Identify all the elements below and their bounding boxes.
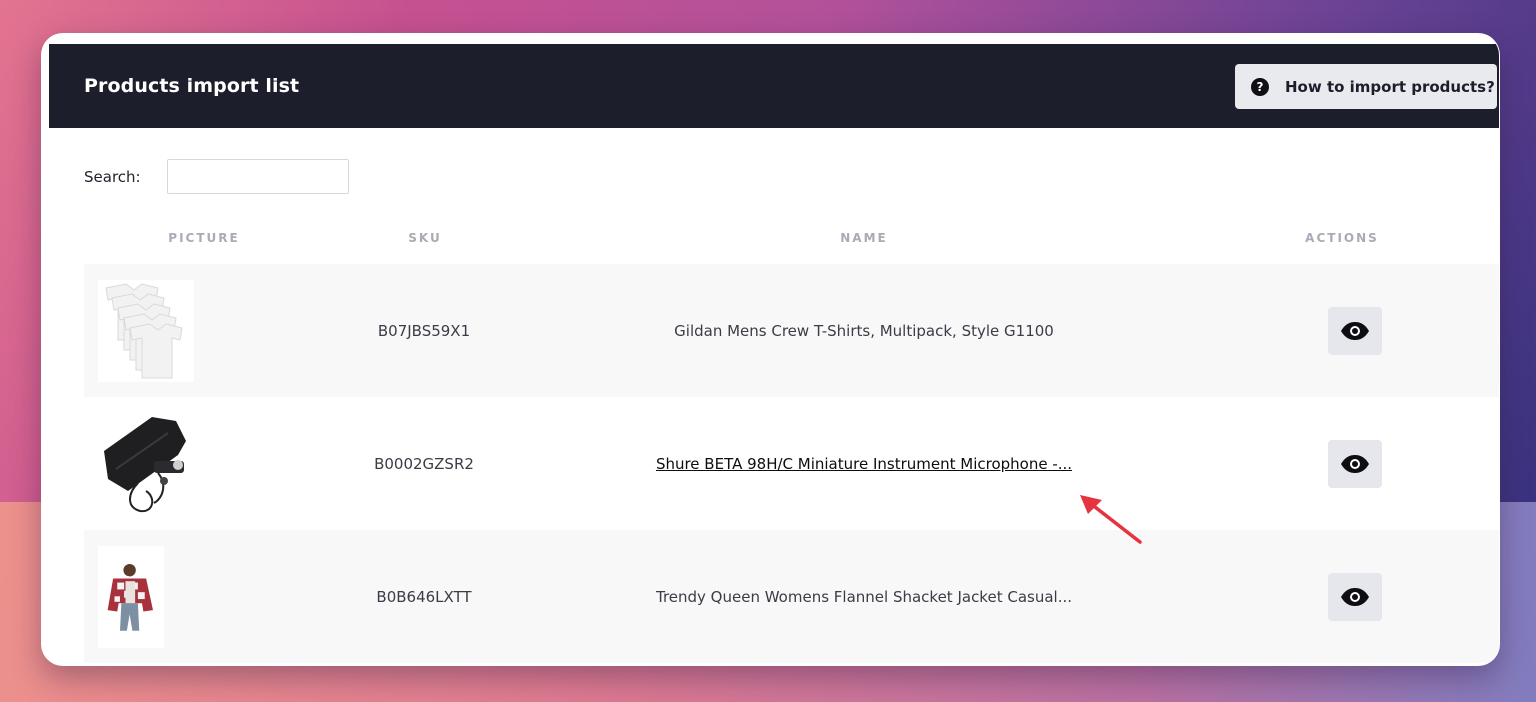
table-row: B0002GZSR2 Shure BETA 98H/C Miniature In… <box>84 397 1499 530</box>
view-product-button[interactable] <box>1328 306 1382 355</box>
product-name-cell: Shure BETA 98H/C Miniature Instrument Mi… <box>584 397 1144 530</box>
how-to-import-button[interactable]: ? How to import products? <box>1235 64 1497 109</box>
product-picture-cell <box>98 397 198 530</box>
how-to-import-label: How to import products? <box>1285 77 1495 96</box>
product-name[interactable]: Trendy Queen Womens Flannel Shacket Jack… <box>656 588 1072 606</box>
search-input[interactable] <box>167 159 349 194</box>
product-name-cell: Trendy Queen Womens Flannel Shacket Jack… <box>584 530 1144 663</box>
microphone-thumbnail <box>98 412 194 515</box>
view-product-button[interactable] <box>1328 572 1382 621</box>
product-picture-cell <box>98 264 198 397</box>
column-header-picture: PICTURE <box>168 231 240 245</box>
actions-cell <box>1312 397 1398 530</box>
product-picture-cell <box>98 530 198 663</box>
sku-cell: B07JBS59X1 <box>377 321 471 340</box>
tshirts-thumbnail <box>98 279 194 382</box>
sku-cell: B0002GZSR2 <box>374 454 474 473</box>
view-product-button[interactable] <box>1328 439 1382 488</box>
sku-cell: B0B646LXTT <box>376 587 472 606</box>
column-header-name: NAME <box>840 231 888 245</box>
search-label: Search: <box>84 168 141 186</box>
column-header-sku: SKU <box>408 231 442 245</box>
jacket-thumbnail <box>98 545 164 648</box>
table-row: B0B646LXTT Trendy Queen Womens Flannel S… <box>84 530 1499 663</box>
page-header: Products import list ? How to import pro… <box>49 44 1499 128</box>
eye-icon <box>1341 587 1369 606</box>
product-name-link[interactable]: Shure BETA 98H/C Miniature Instrument Mi… <box>656 455 1072 473</box>
product-name[interactable]: Gildan Mens Crew T-Shirts, Multipack, St… <box>674 322 1054 340</box>
table-row: B07JBS59X1 Gildan Mens Crew T-Shirts, Mu… <box>84 264 1499 397</box>
column-header-actions: ACTIONS <box>1305 231 1379 245</box>
actions-cell <box>1312 264 1398 397</box>
annotation-arrow-icon <box>1080 495 1142 544</box>
question-circle-icon: ? <box>1251 77 1269 96</box>
eye-icon <box>1341 321 1369 340</box>
app-window: Products import list ? How to import pro… <box>41 33 1500 666</box>
eye-icon <box>1341 454 1369 473</box>
page-title: Products import list <box>84 75 300 97</box>
actions-cell <box>1312 530 1398 663</box>
product-name-cell: Gildan Mens Crew T-Shirts, Multipack, St… <box>584 264 1144 397</box>
